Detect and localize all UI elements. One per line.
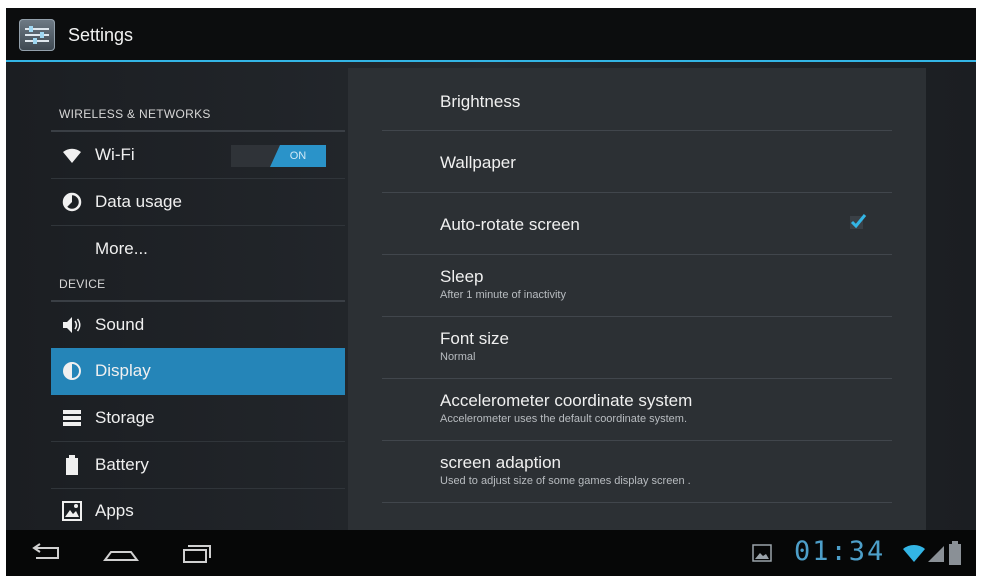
recent-apps-button[interactable] — [174, 538, 220, 568]
pref-summary: After 1 minute of inactivity — [440, 289, 566, 301]
sidebar-item-sound[interactable]: Sound — [51, 302, 345, 349]
sidebar-item-label: Display — [95, 361, 151, 380]
sidebar-item-apps[interactable]: Apps — [51, 488, 345, 534]
display-icon — [61, 360, 83, 382]
auto-rotate-checkbox[interactable] — [848, 211, 868, 231]
wifi-signal-icon — [902, 542, 926, 564]
cell-signal-icon — [926, 542, 946, 564]
wifi-icon — [61, 144, 83, 166]
pref-title: screen adaption — [440, 453, 561, 472]
back-button[interactable] — [24, 538, 70, 568]
sound-icon — [61, 314, 83, 336]
sidebar-item-data-usage[interactable]: Data usage — [51, 179, 345, 226]
sidebar-item-storage[interactable]: Storage — [51, 395, 345, 442]
display-settings-panel: Brightness Wallpaper Auto-rotate screen … — [348, 68, 926, 530]
action-bar: Settings — [6, 8, 976, 62]
back-icon — [32, 543, 59, 559]
sidebar-item-battery[interactable]: Battery — [51, 442, 345, 489]
apps-icon — [61, 500, 83, 522]
pref-title: Wallpaper — [440, 153, 516, 172]
sidebar-item-label: More... — [95, 239, 148, 258]
page-title: Settings — [68, 25, 134, 45]
pref-font-size[interactable]: Font size Normal — [382, 316, 892, 379]
battery-status-icon — [948, 540, 962, 566]
sidebar-item-label: Battery — [95, 455, 149, 474]
home-button[interactable] — [98, 538, 144, 568]
sidebar-item-label: Sound — [95, 315, 145, 334]
pref-screen-adaption[interactable]: screen adaption Used to adjust size of s… — [382, 440, 892, 503]
pref-title: Sleep — [440, 267, 484, 286]
data-usage-icon — [61, 191, 83, 213]
settings-app-icon[interactable] — [19, 19, 55, 51]
pref-title: Accelerometer coordinate system — [440, 391, 693, 410]
pref-summary: Accelerometer uses the default coordinat… — [440, 413, 688, 425]
sidebar-item-label: Wi-Fi — [95, 145, 135, 164]
storage-icon — [61, 407, 83, 429]
sidebar-item-label: Storage — [95, 408, 155, 427]
android-screen: Settings WIRELESS & NETWORKS Wi-Fi ON Da… — [6, 8, 976, 576]
sidebar-item-wifi[interactable]: Wi-Fi ON — [51, 132, 345, 179]
pref-title: Font size — [440, 329, 509, 348]
pref-auto-rotate[interactable]: Auto-rotate screen — [382, 192, 892, 255]
battery-icon — [61, 454, 83, 476]
section-header-wireless: WIRELESS & NETWORKS — [51, 92, 345, 132]
wifi-toggle-state: ON — [270, 145, 326, 167]
pref-summary: Used to adjust size of some games displa… — [440, 475, 691, 487]
status-clock: 01:34 — [794, 536, 886, 567]
checkmark-icon — [850, 214, 867, 229]
pref-summary: Normal — [440, 351, 476, 363]
pref-wallpaper[interactable]: Wallpaper — [382, 130, 892, 193]
pref-accelerometer[interactable]: Accelerometer coordinate system Accelero… — [382, 378, 892, 441]
gallery-notification-icon[interactable] — [752, 544, 772, 562]
section-header-device: DEVICE — [51, 262, 345, 302]
pref-brightness[interactable]: Brightness — [382, 68, 892, 131]
pref-title: Auto-rotate screen — [440, 215, 580, 234]
pref-sleep[interactable]: Sleep After 1 minute of inactivity — [382, 254, 892, 317]
home-icon — [103, 551, 139, 561]
pref-title: Brightness — [440, 92, 521, 111]
system-nav-bar: 01:34 — [6, 530, 976, 576]
settings-content: WIRELESS & NETWORKS Wi-Fi ON Data usage … — [6, 62, 976, 530]
wifi-toggle[interactable]: ON — [231, 145, 326, 167]
sidebar-item-label: Data usage — [95, 192, 182, 211]
sidebar-item-display[interactable]: Display — [51, 348, 345, 395]
settings-sidebar: WIRELESS & NETWORKS Wi-Fi ON Data usage … — [51, 62, 345, 530]
sidebar-item-label: Apps — [95, 501, 134, 520]
recent-apps-icon — [183, 545, 211, 563]
